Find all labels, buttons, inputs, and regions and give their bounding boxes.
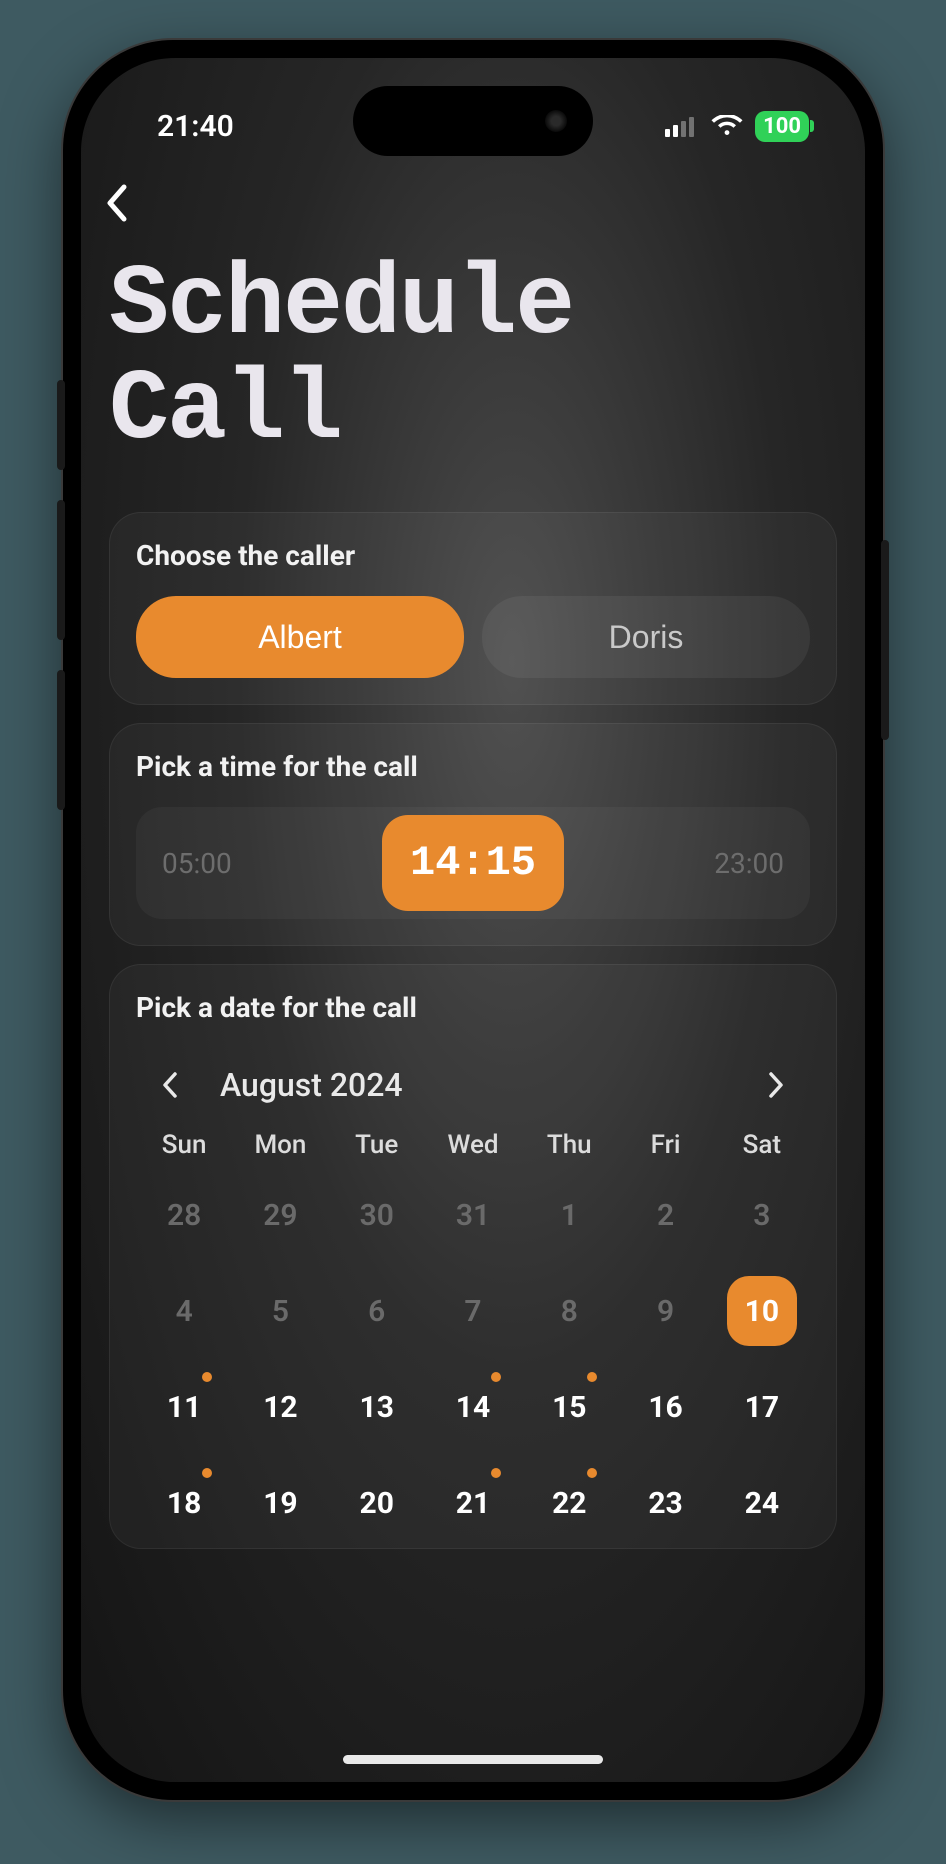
time-min: 05:00 [162, 847, 232, 880]
calendar-day[interactable]: 19 [232, 1464, 328, 1542]
dow-label: Mon [232, 1130, 328, 1170]
caller-card: Choose the caller AlbertDoris [109, 512, 837, 705]
side-button [57, 670, 65, 810]
calendar-day: 1 [521, 1176, 617, 1254]
calendar-day[interactable]: 24 [714, 1464, 810, 1542]
calendar-day: 9 [617, 1272, 713, 1350]
date-label: Pick a date for the call [136, 991, 810, 1024]
event-dot-icon [587, 1468, 597, 1478]
home-indicator[interactable] [343, 1755, 603, 1764]
status-time: 21:40 [157, 109, 234, 144]
battery-indicator: 100 [755, 111, 809, 142]
calendar-day[interactable]: 14 [425, 1368, 521, 1446]
screen: 21:40 100 Schedule Call Choose the calle… [81, 58, 865, 1782]
calendar-day[interactable]: 21 [425, 1464, 521, 1542]
calendar-day[interactable]: 16 [617, 1368, 713, 1446]
calendar-day: 30 [329, 1176, 425, 1254]
event-dot-icon [202, 1468, 212, 1478]
calendar-day: 6 [329, 1272, 425, 1350]
calendar-day[interactable]: 12 [232, 1368, 328, 1446]
wifi-icon [711, 115, 743, 137]
calendar-day[interactable]: 20 [329, 1464, 425, 1542]
calendar-day: 2 [617, 1176, 713, 1254]
calendar-day: 5 [232, 1272, 328, 1350]
calendar-day: 31 [425, 1176, 521, 1254]
chevron-left-icon [161, 1071, 179, 1099]
calendar-day: 8 [521, 1272, 617, 1350]
event-dot-icon [491, 1372, 501, 1382]
dow-label: Tue [329, 1130, 425, 1170]
phone-frame: 21:40 100 Schedule Call Choose the calle… [63, 40, 883, 1800]
event-dot-icon [587, 1372, 597, 1382]
time-slider[interactable]: 05:00 14:15 23:00 [136, 807, 810, 919]
caller-option-doris[interactable]: Doris [482, 596, 810, 678]
dow-label: Thu [521, 1130, 617, 1170]
calendar-day[interactable]: 13 [329, 1368, 425, 1446]
month-label: August 2024 [220, 1066, 403, 1104]
calendar-day[interactable]: 10 [714, 1272, 810, 1350]
cellular-icon [665, 115, 699, 137]
side-button [881, 540, 889, 740]
battery-level: 100 [763, 114, 801, 139]
dow-label: Sun [136, 1130, 232, 1170]
chevron-left-icon [103, 183, 129, 223]
time-value[interactable]: 14:15 [382, 815, 564, 911]
calendar-day[interactable]: 23 [617, 1464, 713, 1542]
time-label: Pick a time for the call [136, 750, 810, 783]
event-dot-icon [491, 1468, 501, 1478]
caller-label: Choose the caller [136, 539, 810, 572]
prev-month-button[interactable] [150, 1071, 190, 1099]
page-title: Schedule Call [109, 254, 837, 464]
time-max: 23:00 [714, 847, 784, 880]
calendar-day[interactable]: 22 [521, 1464, 617, 1542]
calendar-day: 4 [136, 1272, 232, 1350]
calendar-day: 7 [425, 1272, 521, 1350]
calendar-day[interactable]: 11 [136, 1368, 232, 1446]
chevron-right-icon [767, 1071, 785, 1099]
dow-label: Fri [617, 1130, 713, 1170]
calendar-day: 28 [136, 1176, 232, 1254]
next-month-button[interactable] [756, 1071, 796, 1099]
time-card: Pick a time for the call 05:00 14:15 23:… [109, 723, 837, 946]
calendar-day[interactable]: 15 [521, 1368, 617, 1446]
calendar-day[interactable]: 17 [714, 1368, 810, 1446]
dynamic-island [353, 86, 593, 156]
side-button [57, 500, 65, 640]
calendar-day: 3 [714, 1176, 810, 1254]
date-card: Pick a date for the call August 2024 Sun… [109, 964, 837, 1549]
calendar-day: 29 [232, 1176, 328, 1254]
dow-label: Sat [714, 1130, 810, 1170]
event-dot-icon [202, 1372, 212, 1382]
back-button[interactable] [103, 178, 153, 228]
dow-label: Wed [425, 1130, 521, 1170]
side-button [57, 380, 65, 470]
caller-option-albert[interactable]: Albert [136, 596, 464, 678]
calendar-day[interactable]: 18 [136, 1464, 232, 1542]
